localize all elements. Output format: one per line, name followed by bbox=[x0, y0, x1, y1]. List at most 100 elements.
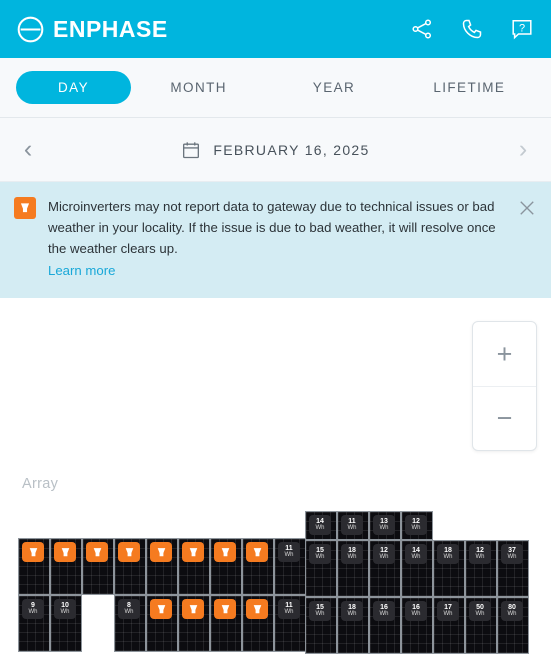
phone-icon[interactable] bbox=[460, 17, 484, 41]
share-icon[interactable] bbox=[410, 17, 434, 41]
panel-energy-unit: Wh bbox=[507, 554, 517, 560]
solar-panel[interactable]: 80 Wh bbox=[497, 597, 529, 654]
solar-panel[interactable] bbox=[146, 538, 178, 595]
panel-energy-badge: 15 Wh bbox=[309, 544, 331, 564]
panel-energy-unit: Wh bbox=[60, 609, 70, 615]
alert-banner-body: Microinverters may not report data to ga… bbox=[48, 196, 505, 280]
solar-panel[interactable] bbox=[210, 595, 242, 652]
array-map-stage[interactable]: + − Array 11 Wh 9 Wh 10 Wh 8 Wh 11 Wh 14 Wh 11 Wh 13 Wh… bbox=[0, 298, 551, 657]
solar-panel[interactable] bbox=[50, 538, 82, 595]
panel-energy-unit: Wh bbox=[411, 554, 421, 560]
close-icon[interactable] bbox=[517, 198, 537, 218]
panel-energy-unit: Wh bbox=[315, 554, 325, 560]
solar-panel[interactable]: 14 Wh bbox=[305, 511, 337, 540]
solar-panel[interactable]: 9 Wh bbox=[18, 595, 50, 652]
panel-energy-value: 11 bbox=[348, 517, 356, 525]
panel-energy-badge: 9 Wh bbox=[22, 599, 44, 619]
solar-panel[interactable]: 15 Wh bbox=[305, 540, 337, 597]
panel-energy-unit: Wh bbox=[124, 609, 134, 615]
panel-energy-value: 18 bbox=[348, 603, 356, 611]
solar-panel[interactable]: 37 Wh bbox=[497, 540, 529, 597]
solar-panel[interactable] bbox=[210, 538, 242, 595]
solar-panel[interactable]: 15 Wh bbox=[305, 597, 337, 654]
solar-panel[interactable] bbox=[82, 538, 114, 595]
right-cluster: 14 Wh 11 Wh 13 Wh 12 Wh 15 Wh 18 Wh 12 Wh 14 Wh 18 Wh 12 Wh… bbox=[305, 511, 529, 654]
solar-panel[interactable] bbox=[178, 538, 210, 595]
microinverter-alert-icon bbox=[86, 542, 108, 562]
microinverter-alert-icon bbox=[150, 542, 172, 562]
panel-energy-badge: 18 Wh bbox=[341, 544, 363, 564]
panel-energy-unit: Wh bbox=[379, 525, 389, 531]
solar-panel[interactable] bbox=[114, 538, 146, 595]
panel-energy-value: 18 bbox=[348, 546, 356, 554]
solar-panel[interactable]: 18 Wh bbox=[337, 540, 369, 597]
solar-panel[interactable]: 11 Wh bbox=[337, 511, 369, 540]
help-icon[interactable]: ? bbox=[510, 17, 534, 41]
solar-panel[interactable]: 13 Wh bbox=[369, 511, 401, 540]
solar-panel[interactable] bbox=[242, 538, 274, 595]
panel-energy-value: 17 bbox=[444, 603, 452, 611]
next-day-button[interactable]: › bbox=[513, 137, 533, 162]
panel-energy-badge: 12 Wh bbox=[469, 544, 491, 564]
solar-panel[interactable]: 17 Wh bbox=[433, 597, 465, 654]
panel-energy-value: 13 bbox=[380, 517, 388, 525]
solar-panel[interactable] bbox=[242, 595, 274, 652]
solar-panel[interactable] bbox=[18, 538, 50, 595]
microinverter-alert-icon bbox=[214, 599, 236, 619]
tab-day[interactable]: DAY bbox=[16, 71, 131, 104]
panel-energy-value: 12 bbox=[380, 546, 388, 554]
solar-panel[interactable] bbox=[178, 595, 210, 652]
solar-panel[interactable]: 16 Wh bbox=[401, 597, 433, 654]
tab-year[interactable]: YEAR bbox=[266, 71, 401, 104]
solar-panel[interactable]: 16 Wh bbox=[369, 597, 401, 654]
panel-gap bbox=[82, 595, 114, 652]
panel-energy-unit: Wh bbox=[443, 611, 453, 617]
tab-lifetime[interactable]: LIFETIME bbox=[402, 71, 537, 104]
zoom-in-button[interactable]: + bbox=[473, 322, 536, 386]
solar-panel[interactable]: 18 Wh bbox=[433, 540, 465, 597]
solar-panel[interactable]: 18 Wh bbox=[337, 597, 369, 654]
panel-energy-unit: Wh bbox=[379, 611, 389, 617]
panel-energy-value: 14 bbox=[412, 546, 420, 554]
solar-panel[interactable]: 11 Wh bbox=[274, 538, 306, 595]
solar-panel[interactable]: 14 Wh bbox=[401, 540, 433, 597]
date-navigation: ‹ FEBRUARY 16, 2025 › bbox=[0, 118, 551, 182]
tab-month[interactable]: MONTH bbox=[131, 71, 266, 104]
panel-energy-badge: 37 Wh bbox=[501, 544, 523, 564]
panel-energy-value: 15 bbox=[316, 603, 324, 611]
panel-energy-value: 15 bbox=[316, 546, 324, 554]
panel-energy-value: 16 bbox=[412, 603, 420, 611]
previous-day-button[interactable]: ‹ bbox=[18, 137, 38, 162]
panel-energy-badge: 8 Wh bbox=[118, 599, 140, 619]
panel-energy-badge: 14 Wh bbox=[405, 544, 427, 564]
microinverter-alert-icon bbox=[54, 542, 76, 562]
current-date: FEBRUARY 16, 2025 bbox=[213, 141, 370, 158]
panel-energy-unit: Wh bbox=[347, 525, 357, 531]
array-label: Array bbox=[22, 476, 59, 492]
panel-energy-value: 18 bbox=[444, 546, 452, 554]
solar-panel[interactable]: 10 Wh bbox=[50, 595, 82, 652]
panel-energy-value: 8 bbox=[127, 601, 131, 609]
zoom-out-button[interactable]: − bbox=[473, 386, 536, 450]
microinverter-alert-icon bbox=[14, 197, 36, 219]
date-display[interactable]: FEBRUARY 16, 2025 bbox=[181, 140, 369, 160]
panel-energy-unit: Wh bbox=[379, 554, 389, 560]
panel-energy-value: 9 bbox=[31, 601, 35, 609]
panel-energy-unit: Wh bbox=[347, 554, 357, 560]
panel-row: 15 Wh 18 Wh 12 Wh 14 Wh 18 Wh 12 Wh 37 Wh bbox=[305, 540, 529, 597]
panel-energy-badge: 14 Wh bbox=[309, 515, 331, 535]
panel-energy-value: 37 bbox=[508, 546, 516, 554]
solar-panel[interactable] bbox=[146, 595, 178, 652]
panel-energy-unit: Wh bbox=[315, 611, 325, 617]
solar-panel[interactable]: 12 Wh bbox=[465, 540, 497, 597]
panel-energy-badge: 11 Wh bbox=[341, 515, 363, 535]
microinverter-alert-icon bbox=[246, 599, 268, 619]
brand: ENPHASE bbox=[17, 16, 168, 43]
solar-panel[interactable]: 12 Wh bbox=[369, 540, 401, 597]
solar-panel[interactable]: 8 Wh bbox=[114, 595, 146, 652]
zoom-controls: + − bbox=[472, 321, 537, 451]
solar-panel[interactable]: 11 Wh bbox=[274, 595, 306, 652]
learn-more-link[interactable]: Learn more bbox=[48, 263, 115, 278]
solar-panel[interactable]: 50 Wh bbox=[465, 597, 497, 654]
solar-panel[interactable]: 12 Wh bbox=[401, 511, 433, 540]
